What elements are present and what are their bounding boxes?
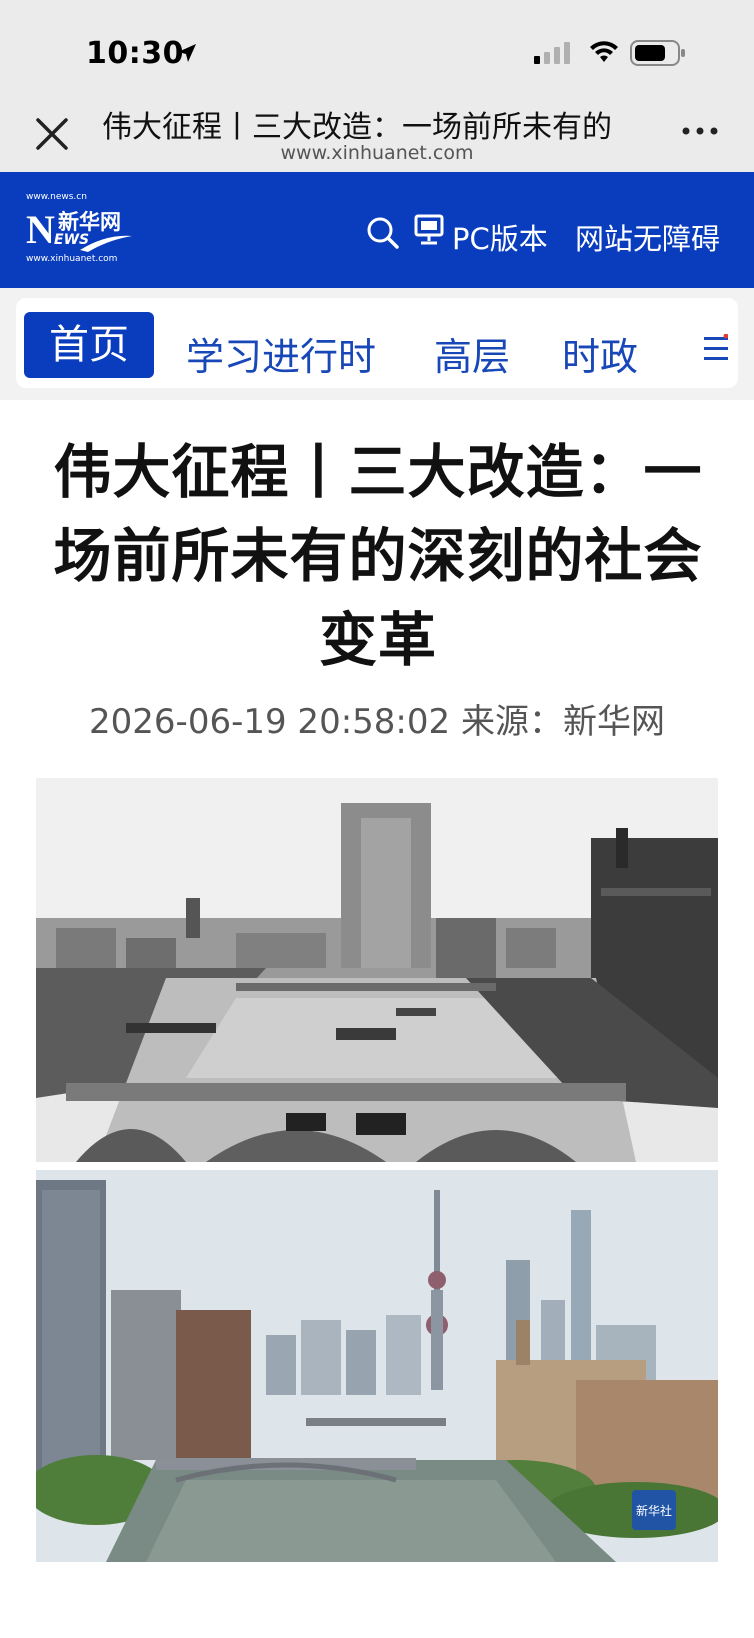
status-bar: 10:30	[0, 0, 754, 92]
article-headline: 伟大征程丨三大改造：一场前所未有的深刻的社会变革	[53, 438, 703, 674]
browser-url: www.xinhuanet.com	[280, 142, 474, 164]
status-time: 10:30	[86, 36, 184, 71]
article-meta: 2026-06-19 20:58:02 来源：新华网	[0, 694, 754, 743]
logo-letter: N	[26, 207, 55, 252]
location-arrow-icon	[178, 44, 196, 62]
nav-item-home[interactable]: 首页	[24, 312, 154, 378]
article-source: 新华网	[562, 702, 665, 742]
logo-subdomain: www.xinhuanet.com	[26, 254, 118, 264]
browser-bar: 伟大征程丨三大改造：一场前所未有的 www.xinhuanet.com	[0, 92, 754, 172]
channel-nav: 首页 学习进行时 高层 时政	[0, 288, 754, 400]
article-source-label: 来源：	[460, 702, 563, 742]
nav-item-politics[interactable]: 时政	[562, 326, 638, 381]
logo-domain: www.news.cn	[26, 192, 87, 202]
article-photo-historic[interactable]	[36, 778, 718, 1162]
cellular-signal-icon	[534, 42, 570, 64]
nav-item-leadership[interactable]: 高层	[434, 326, 510, 381]
browser-page-title: 伟大征程丨三大改造：一场前所未有的	[102, 110, 612, 145]
xinhua-news-logo[interactable]: www.news.cn N 新华网 EWS www.xinhuanet.com	[24, 192, 134, 268]
site-header: www.news.cn N 新华网 EWS www.xinhuanet.com …	[0, 172, 754, 288]
more-options-icon[interactable]	[680, 116, 720, 146]
wifi-icon	[590, 41, 618, 62]
photo-watermark: 新华社	[636, 1503, 672, 1518]
nav-item-study[interactable]: 学习进行时	[186, 326, 376, 381]
battery-icon	[630, 40, 685, 66]
accessibility-link[interactable]: 网站无障碍	[575, 216, 720, 258]
search-icon[interactable]	[366, 216, 400, 250]
desktop-computer-icon[interactable]	[414, 214, 444, 246]
pc-version-link[interactable]: PC版本	[452, 216, 548, 258]
menu-icon[interactable]	[704, 334, 728, 364]
article-photo-modern[interactable]: 新华社	[36, 1170, 718, 1562]
logo-swoosh-icon	[80, 235, 132, 252]
article-datetime: 2026-06-19 20:58:02	[89, 702, 451, 742]
channel-nav-bar: 首页 学习进行时 高层 时政	[16, 298, 738, 388]
